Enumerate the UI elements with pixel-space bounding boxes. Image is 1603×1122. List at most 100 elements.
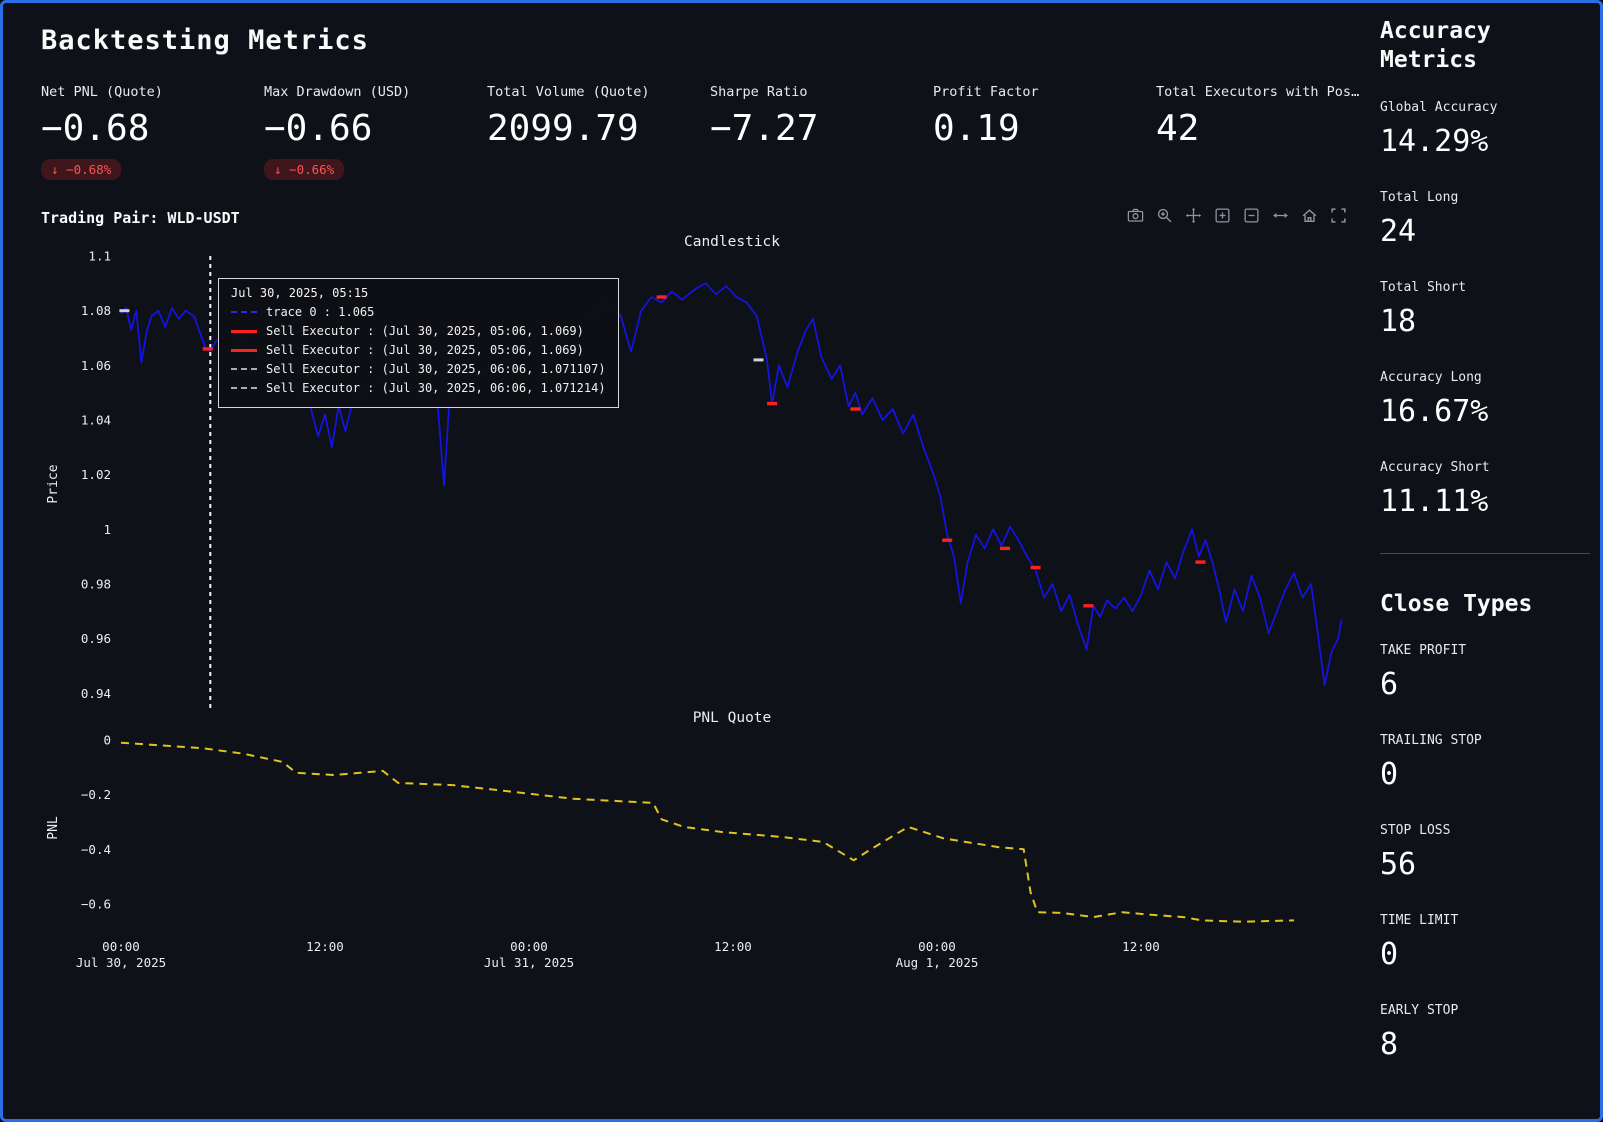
sidebar-metric-label: Total Short: [1380, 280, 1590, 295]
metric: Sharpe Ratio −7.27: [710, 84, 933, 180]
sidebar-metric: EARLY STOP8: [1380, 1003, 1590, 1062]
sidebar-metric-label: Accuracy Long: [1380, 370, 1590, 385]
sidebar-metric: Total Short 18: [1380, 280, 1590, 339]
sidebar-metric: Accuracy Short 11.11%: [1380, 460, 1590, 519]
sidebar-metric-value: 6: [1380, 667, 1590, 702]
sidebar-metric-value: 11.11%: [1380, 484, 1590, 519]
sidebar-metric-label: Accuracy Short: [1380, 460, 1590, 475]
page-title: Backtesting Metrics: [41, 25, 1356, 56]
tooltip-row-text: Sell Executor : (Jul 30, 2025, 06:06, 1.…: [266, 362, 606, 376]
tooltip-row: trace 0 : 1.065: [231, 303, 606, 322]
tooltip-row: Sell Executor : (Jul 30, 2025, 05:06, 1.…: [231, 322, 606, 341]
chart-card: Trading Pair: WLD-USDT Candlestick PNL Qu…: [41, 204, 1356, 1004]
sidebar-metric: TAKE PROFIT 6: [1380, 643, 1590, 702]
metric-value: −7.27: [710, 110, 933, 148]
legend-sample-gray-dashed: [231, 368, 257, 370]
sidebar-metric-label: Global Accuracy: [1380, 100, 1590, 115]
x-tick-date: Jul 31, 2025: [484, 955, 574, 970]
reset-axes-icon: [1301, 207, 1318, 228]
sidebar-metric: STOP LOSS 56: [1380, 823, 1590, 882]
sidebar-metric-label: TIME LIMIT: [1380, 913, 1590, 928]
price-axis-title: Price: [46, 464, 61, 503]
metric-value: 0.19: [933, 110, 1156, 148]
pan-icon: [1185, 207, 1202, 228]
modebar-zoom-in-button[interactable]: [1211, 207, 1234, 229]
x-tick-date: Aug 1, 2025: [896, 955, 979, 970]
pnl-tick-label: −0.4: [81, 842, 111, 857]
metric-label: Total Executors with Pos…: [1156, 84, 1379, 100]
metric: Total Executors with Pos… 42: [1156, 84, 1379, 180]
sidebar-heading: Close Types: [1380, 590, 1540, 619]
x-tick-time: 00:00: [510, 939, 548, 954]
price-tick-label: 1: [103, 522, 111, 537]
x-tick-time: 12:00: [714, 939, 752, 954]
sidebar-metric-label: TRAILING STOP: [1380, 733, 1590, 748]
tooltip-row: Sell Executor : (Jul 30, 2025, 05:06, 1.…: [231, 341, 606, 360]
price-tick-label: 1.08: [81, 303, 111, 318]
sidebar-metric-label: TAKE PROFIT: [1380, 643, 1590, 658]
tooltip-row-text: Sell Executor : (Jul 30, 2025, 05:06, 1.…: [266, 324, 584, 338]
metric-label: Profit Factor: [933, 84, 1156, 100]
metric: Profit Factor 0.19: [933, 84, 1156, 180]
x-tick-time: 00:00: [102, 939, 140, 954]
tooltip-row-text: Sell Executor : (Jul 30, 2025, 05:06, 1.…: [266, 343, 584, 357]
plotly-modebar: [1124, 207, 1356, 229]
modebar-fullscreen-button[interactable]: [1327, 207, 1350, 229]
legend-sample-red-solid: [231, 349, 257, 352]
sidebar-metric-label: STOP LOSS: [1380, 823, 1590, 838]
legend-sample-gray-dashed: [231, 387, 257, 389]
fullscreen-icon: [1330, 207, 1347, 228]
sidebar-metric-value: 18: [1380, 304, 1590, 339]
sidebar-metric: Total Long24: [1380, 190, 1590, 249]
modebar-autoscale-button[interactable]: [1269, 207, 1292, 229]
camera-icon: [1127, 207, 1144, 228]
candlestick-title: Candlestick: [684, 234, 780, 250]
tooltip-row: Sell Executor : (Jul 30, 2025, 06:06, 1.…: [231, 360, 606, 379]
legend-sample-blue-dashed: [231, 311, 257, 313]
sidebar-metric-value: 14.29%: [1380, 124, 1590, 159]
price-tick-label: 0.96: [81, 631, 111, 646]
sidebar-metric-value: 16.67%: [1380, 394, 1590, 429]
tooltip-row-text: trace 0 : 1.065: [266, 305, 374, 319]
chart-header: Trading Pair: WLD-USDT: [41, 204, 1356, 232]
sidebar-divider: [1380, 553, 1590, 554]
sidebar-metric: Global Accuracy 14.29%: [1380, 100, 1590, 159]
price-tick-label: 0.94: [81, 686, 111, 701]
sidebar-heading: Accuracy Metrics: [1380, 17, 1540, 76]
metric-label: Net PNL (Quote): [41, 84, 264, 100]
modebar-camera-button[interactable]: [1124, 207, 1147, 229]
x-tick-time: 00:00: [918, 939, 956, 954]
sidebar: Accuracy Metrics Global Accuracy 14.29% Tot…: [1356, 3, 1603, 1119]
sidebar-metric: TRAILING STOP0: [1380, 733, 1590, 792]
modebar-zoom-button[interactable]: [1153, 207, 1176, 229]
tooltip-row: Sell Executor : (Jul 30, 2025, 06:06, 1.…: [231, 379, 606, 398]
main-content: Backtesting Metrics Net PNL (Quote)−0.68…: [3, 3, 1356, 1119]
metric: Max Drawdown (USD)−0.66↓ −0.66%: [264, 84, 487, 180]
hover-tooltip: Jul 30, 2025, 05:15 trace 0 : 1.065 Sell …: [218, 278, 619, 408]
modebar-zoom-out-button[interactable]: [1240, 207, 1263, 229]
metric-delta-badge: ↓ −0.66%: [264, 159, 344, 180]
legend-sample-red-solid: [231, 330, 257, 333]
sidebar-metric-label: EARLY STOP: [1380, 1003, 1590, 1018]
tooltip-date: Jul 30, 2025, 05:15: [231, 286, 606, 300]
tooltip-row-text: Sell Executor : (Jul 30, 2025, 06:06, 1.…: [266, 381, 606, 395]
pnl-axis-title: PNL: [46, 816, 61, 840]
metric: Net PNL (Quote)−0.68↓ −0.68%: [41, 84, 264, 180]
price-tick-label: 0.98: [81, 576, 111, 591]
x-tick-date: Jul 30, 2025: [76, 955, 166, 970]
zoom-in-icon: [1214, 207, 1231, 228]
trading-pair-label: Trading Pair: WLD-USDT: [41, 209, 240, 227]
tooltip-rows: trace 0 : 1.065 Sell Executor : (Jul 30, …: [231, 303, 606, 398]
sidebar-metric-value: 56: [1380, 847, 1590, 882]
x-tick-time: 12:00: [306, 939, 344, 954]
metric-label: Sharpe Ratio: [710, 84, 933, 100]
zoom-out-icon: [1243, 207, 1260, 228]
sidebar-metric-label: Total Long: [1380, 190, 1590, 205]
metric-value: 42: [1156, 110, 1379, 148]
modebar-pan-button[interactable]: [1182, 207, 1205, 229]
metric-value: 2099.79: [487, 110, 710, 148]
pnl-quote-title: PNL Quote: [693, 710, 772, 726]
modebar-reset-axes-button[interactable]: [1298, 207, 1321, 229]
price-tick-label: 1.04: [81, 412, 111, 427]
plot-area: CandlestickPNL QuotePricePNL1.11.081.061…: [41, 232, 1356, 1004]
